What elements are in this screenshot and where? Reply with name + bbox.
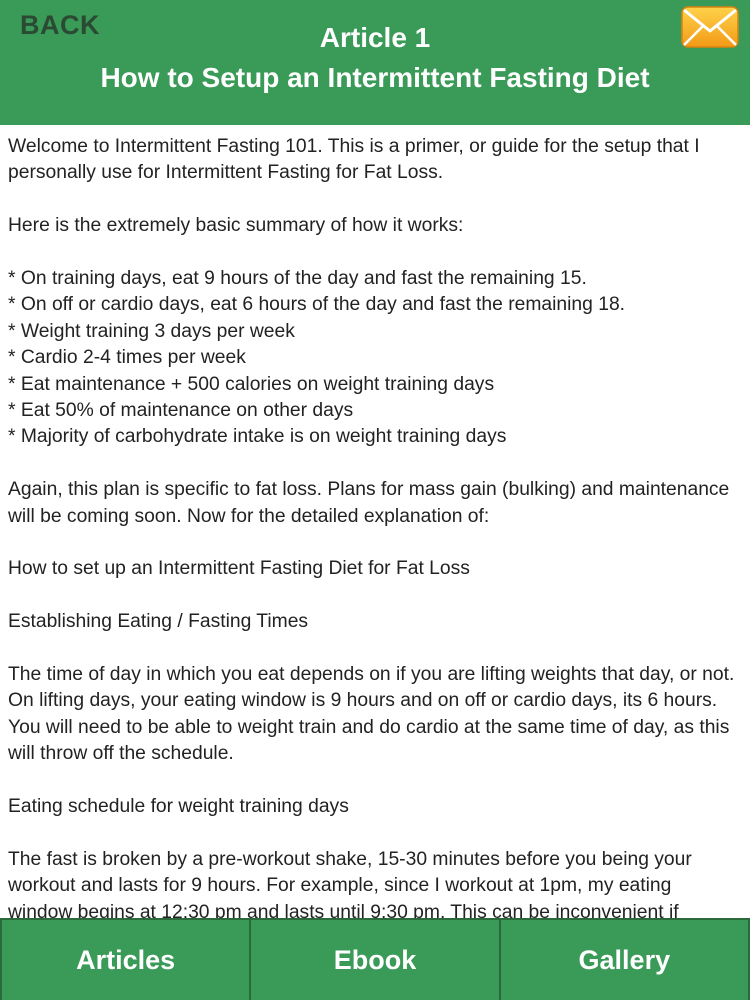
section-heading: How to set up an Intermittent Fasting Di… (8, 558, 470, 580)
subsection-heading: Establishing Eating / Fasting Times (8, 611, 309, 633)
bottom-tab-bar: Articles Ebook Gallery (0, 918, 750, 1000)
summary-intro: Here is the extremely basic summary of h… (8, 215, 464, 237)
envelope-icon[interactable] (681, 6, 739, 48)
article-title: How to Setup an Intermittent Fasting Die… (100, 62, 650, 93)
article-body: Welcome to Intermittent Fasting 101. Thi… (0, 125, 750, 918)
article-number-title: Article 1 (319, 22, 431, 53)
tab-articles[interactable]: Articles (0, 920, 249, 1000)
top-bar: BACK Article 1 How to Setup an Intermitt… (0, 0, 750, 125)
eating-times-paragraph: The time of day in which you eat depends… (8, 664, 735, 765)
summary-list: * On training days, eat 9 hours of the d… (8, 268, 626, 448)
tab-ebook[interactable]: Ebook (249, 920, 498, 1000)
intro-paragraph: Welcome to Intermittent Fasting 101. Thi… (8, 136, 700, 184)
plan-note-paragraph: Again, this plan is specific to fat loss… (8, 479, 730, 527)
article-content[interactable]: Welcome to Intermittent Fasting 101. Thi… (0, 125, 750, 918)
tab-gallery[interactable]: Gallery (498, 920, 750, 1000)
fast-break-paragraph: The fast is broken by a pre-workout shak… (8, 848, 692, 918)
subsection-heading-weight-days: Eating schedule for weight training days (8, 796, 349, 818)
